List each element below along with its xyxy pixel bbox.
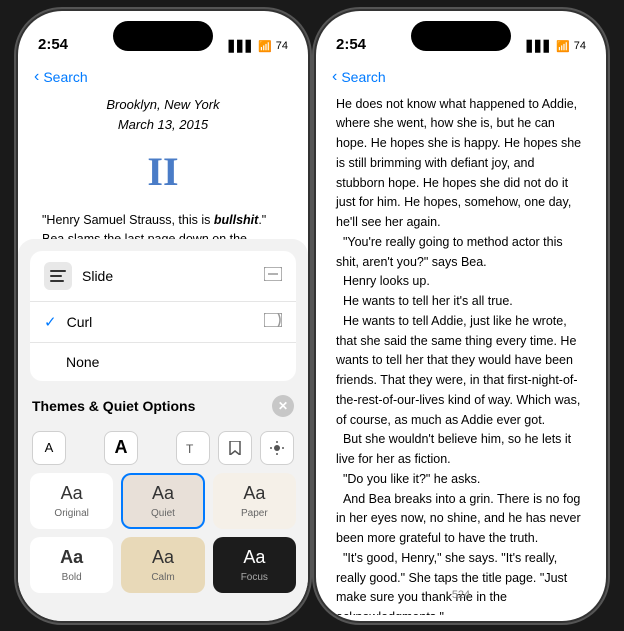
font-small-label: A (45, 440, 54, 455)
back-chevron-icon: ‹ (34, 68, 39, 86)
theme-paper-aa: Aa (243, 483, 265, 504)
theme-focus[interactable]: Aa Focus (213, 537, 296, 593)
slide-menu-item[interactable]: Slide (30, 251, 296, 302)
wifi-icon: 📶 (258, 40, 272, 53)
battery-icon: 74 (276, 40, 288, 52)
theme-original-label: Original (54, 508, 88, 519)
theme-calm-aa: Aa (152, 547, 174, 568)
theme-grid: Aa Original Aa Quiet Aa Paper Aa Bold (18, 473, 308, 601)
right-back-label: Search (341, 69, 385, 85)
right-signal-icon: ▋▋▋ (527, 40, 552, 53)
theme-bold-aa: Aa (60, 547, 83, 568)
checkmark-icon: ✓ (44, 313, 57, 331)
font-small-button[interactable]: A (32, 431, 66, 465)
svg-text:T: T (186, 442, 194, 455)
slide-icon (44, 262, 72, 290)
book-chapter: II (42, 141, 284, 203)
theme-quiet-label: Quiet (151, 508, 175, 519)
left-back-label: Search (43, 69, 87, 85)
theme-original[interactable]: Aa Original (30, 473, 113, 529)
theme-focus-label: Focus (241, 572, 268, 583)
theme-bold[interactable]: Aa Bold (30, 537, 113, 593)
font-large-label: A (115, 437, 128, 458)
slide-menu: Slide ✓ Curl (30, 251, 296, 381)
font-style-button[interactable]: T (176, 431, 210, 465)
theme-original-aa: Aa (61, 483, 83, 504)
themes-header: Themes & Quiet Options ✕ (18, 389, 308, 425)
font-large-button[interactable]: A (104, 431, 138, 465)
curl-option-left: ✓ Curl (44, 313, 92, 331)
left-nav-bar: ‹ Search (18, 59, 308, 95)
bottom-panel: Slide ✓ Curl (18, 239, 308, 621)
right-nav-bar: ‹ Search (316, 59, 606, 95)
left-phone: 2:54 ▋▋▋ 📶 74 ‹ Search Brooklyn, New Yor… (18, 11, 308, 621)
left-back-button[interactable]: ‹ Search (34, 68, 88, 86)
right-battery-icon: 74 (574, 40, 586, 52)
curl-menu-item[interactable]: ✓ Curl (30, 302, 296, 343)
theme-bold-label: Bold (62, 572, 82, 583)
theme-quiet[interactable]: Aa Quiet (121, 473, 204, 529)
curl-label: Curl (67, 314, 93, 330)
none-menu-item[interactable]: None (30, 343, 296, 381)
left-status-icons: ▋▋▋ 📶 74 (229, 40, 288, 53)
font-brightness-button[interactable] (260, 431, 294, 465)
right-phone: 2:54 ▋▋▋ 📶 74 ‹ Search He does not know … (316, 11, 606, 621)
right-wifi-icon: 📶 (556, 40, 570, 53)
right-back-chevron-icon: ‹ (332, 68, 337, 86)
font-icon-row: T (176, 431, 294, 465)
none-option-left: None (44, 354, 99, 370)
page-number: 524 (316, 589, 606, 601)
none-label: None (66, 354, 99, 370)
theme-calm[interactable]: Aa Calm (121, 537, 204, 593)
theme-calm-label: Calm (151, 572, 174, 583)
right-back-button[interactable]: ‹ Search (332, 68, 386, 86)
font-controls: A A T (18, 425, 308, 473)
theme-focus-aa: Aa (243, 547, 265, 568)
dynamic-island (113, 21, 213, 51)
right-book-text: He does not know what happened to Addie,… (336, 95, 586, 615)
curl-icon-right (264, 313, 282, 330)
right-status-icons: ▋▋▋ 📶 74 (527, 40, 586, 53)
signal-icon: ▋▋▋ (229, 40, 254, 53)
theme-paper[interactable]: Aa Paper (213, 473, 296, 529)
book-location: Brooklyn, New YorkMarch 13, 2015 (42, 95, 284, 135)
theme-quiet-aa: Aa (152, 483, 174, 504)
right-dynamic-island (411, 21, 511, 51)
themes-title: Themes & Quiet Options (32, 398, 195, 414)
slide-label: Slide (82, 268, 113, 284)
slide-icon-right (264, 267, 282, 284)
font-bookmark-button[interactable] (218, 431, 252, 465)
theme-paper-label: Paper (241, 508, 268, 519)
right-book-content: He does not know what happened to Addie,… (316, 95, 606, 615)
slide-option-left: Slide (44, 262, 113, 290)
close-button[interactable]: ✕ (272, 395, 294, 417)
left-status-time: 2:54 (38, 36, 68, 53)
right-status-time: 2:54 (336, 36, 366, 53)
